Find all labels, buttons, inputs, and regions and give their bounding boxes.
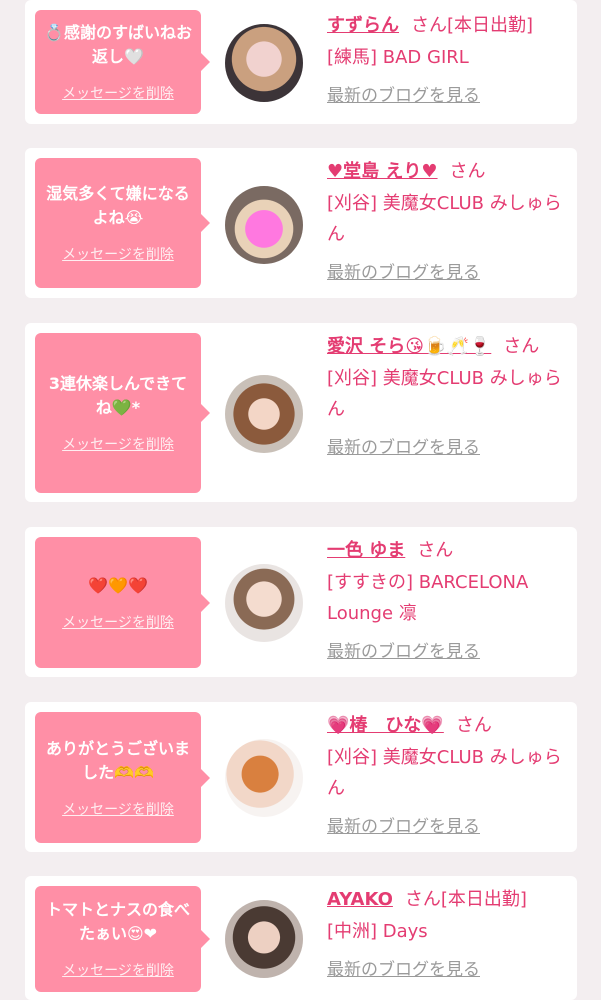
avatar[interactable] [225,24,303,102]
message-bubble: ❤️🧡❤️ メッセージを削除 [35,537,210,668]
profile-info: 一色 ゆま さん [すすきの] BARCELONA Lounge 凛 最新のブログ… [327,537,567,662]
profile-name-link[interactable]: 💗椿 ひな💗 [327,715,444,736]
message-card: トマトとナスの食べたぁい😍❤ メッセージを削除 AYAKO さん[本日出勤] [中… [25,876,577,1000]
profile-info: AYAKO さん[本日出勤] [中洲] Days 最新のブログを見る [327,886,567,980]
message-bubble: 湿気多くて嫌になるよね😭 メッセージを削除 [35,158,210,288]
message-bubble: トマトとナスの食べたぁい😍❤ メッセージを削除 [35,886,210,992]
message-bubble: 3連休楽しんできてね💚* メッセージを削除 [35,333,210,493]
delete-message-link[interactable]: メッセージを削除 [62,799,174,819]
honorific: さん [404,889,441,910]
message-bubble: ありがとうございました🫶🫶 メッセージを削除 [35,712,210,843]
delete-message-link[interactable]: メッセージを削除 [62,960,174,980]
honorific: さん [417,540,454,561]
message-text: 3連休楽しんできてね💚* [48,374,188,417]
profile-info: すずらん さん[本日出勤] [練馬] BAD GIRL 最新のブログを見る [327,12,567,106]
latest-blog-link[interactable]: 最新のブログを見る [327,433,480,458]
latest-blog-link[interactable]: 最新のブログを見る [327,812,480,837]
status-badge: [本日出勤] [440,889,527,910]
message-list: 💍感謝のすばいねお返し🤍 メッセージを削除 すずらん さん[本日出勤] [練馬] … [0,0,601,1000]
delete-message-link[interactable]: メッセージを削除 [62,434,174,454]
message-card: 湿気多くて嫌になるよね😭 メッセージを削除 ♥堂島 えり♥ さん [刈谷] 美魔女… [25,148,577,298]
shop-name: [すすきの] BARCELONA Lounge 凛 [327,572,529,624]
message-text: ありがとうございました🫶🫶 [45,738,190,782]
avatar[interactable] [225,564,303,642]
profile-name-link[interactable]: 愛沢 そら😘🍺🥂🍷 [327,336,491,357]
shop-name: [刈谷] 美魔女CLUB みしゅらん [327,193,562,245]
latest-blog-link[interactable]: 最新のブログを見る [327,955,480,980]
honorific: さん [503,336,540,357]
shop-name: [刈谷] 美魔女CLUB みしゅらん [327,747,562,799]
avatar[interactable] [225,375,303,453]
message-card: ❤️🧡❤️ メッセージを削除 一色 ゆま さん [すすきの] BARCELONA … [25,527,577,677]
delete-message-link[interactable]: メッセージを削除 [62,83,174,103]
message-card: 💍感謝のすばいねお返し🤍 メッセージを削除 すずらん さん[本日出勤] [練馬] … [25,0,577,124]
shop-name: [刈谷] 美魔女CLUB みしゅらん [327,368,562,420]
latest-blog-link[interactable]: 最新のブログを見る [327,258,480,283]
profile-name-link[interactable]: ♥堂島 えり♥ [327,161,438,182]
message-card: 3連休楽しんできてね💚* メッセージを削除 愛沢 そら😘🍺🥂🍷 さん [刈谷] 美… [25,323,577,502]
message-card: ありがとうございました🫶🫶 メッセージを削除 💗椿 ひな💗 さん [刈谷] 美魔女… [25,702,577,852]
message-text: ❤️🧡❤️ [88,575,148,595]
profile-info: 💗椿 ひな💗 さん [刈谷] 美魔女CLUB みしゅらん 最新のブログを見る [327,712,567,837]
message-text: 湿気多くて嫌になるよね😭 [46,184,190,227]
honorific: さん [455,715,492,736]
profile-name-link[interactable]: すずらん [327,15,399,36]
profile-info: 愛沢 そら😘🍺🥂🍷 さん [刈谷] 美魔女CLUB みしゅらん 最新のブログを見る [327,333,567,458]
profile-name-link[interactable]: AYAKO [327,889,393,910]
delete-message-link[interactable]: メッセージを削除 [62,612,174,632]
latest-blog-link[interactable]: 最新のブログを見る [327,637,480,662]
avatar[interactable] [225,739,303,817]
message-text: トマトとナスの食べたぁい😍❤ [45,900,190,943]
delete-message-link[interactable]: メッセージを削除 [62,244,174,264]
profile-name-link[interactable]: 一色 ゆま [327,540,405,561]
honorific: さん [411,15,447,36]
honorific: さん [449,161,486,182]
avatar[interactable] [225,186,303,264]
message-text: 💍感謝のすばいねお返し🤍 [44,23,192,66]
latest-blog-link[interactable]: 最新のブログを見る [327,81,480,106]
status-badge: [本日出勤] [447,15,534,36]
avatar[interactable] [225,900,303,978]
profile-info: ♥堂島 えり♥ さん [刈谷] 美魔女CLUB みしゅらん 最新のブログを見る [327,158,567,283]
shop-name: [中洲] Days [327,921,428,942]
message-bubble: 💍感謝のすばいねお返し🤍 メッセージを削除 [35,10,210,114]
shop-name: [練馬] BAD GIRL [327,47,469,68]
